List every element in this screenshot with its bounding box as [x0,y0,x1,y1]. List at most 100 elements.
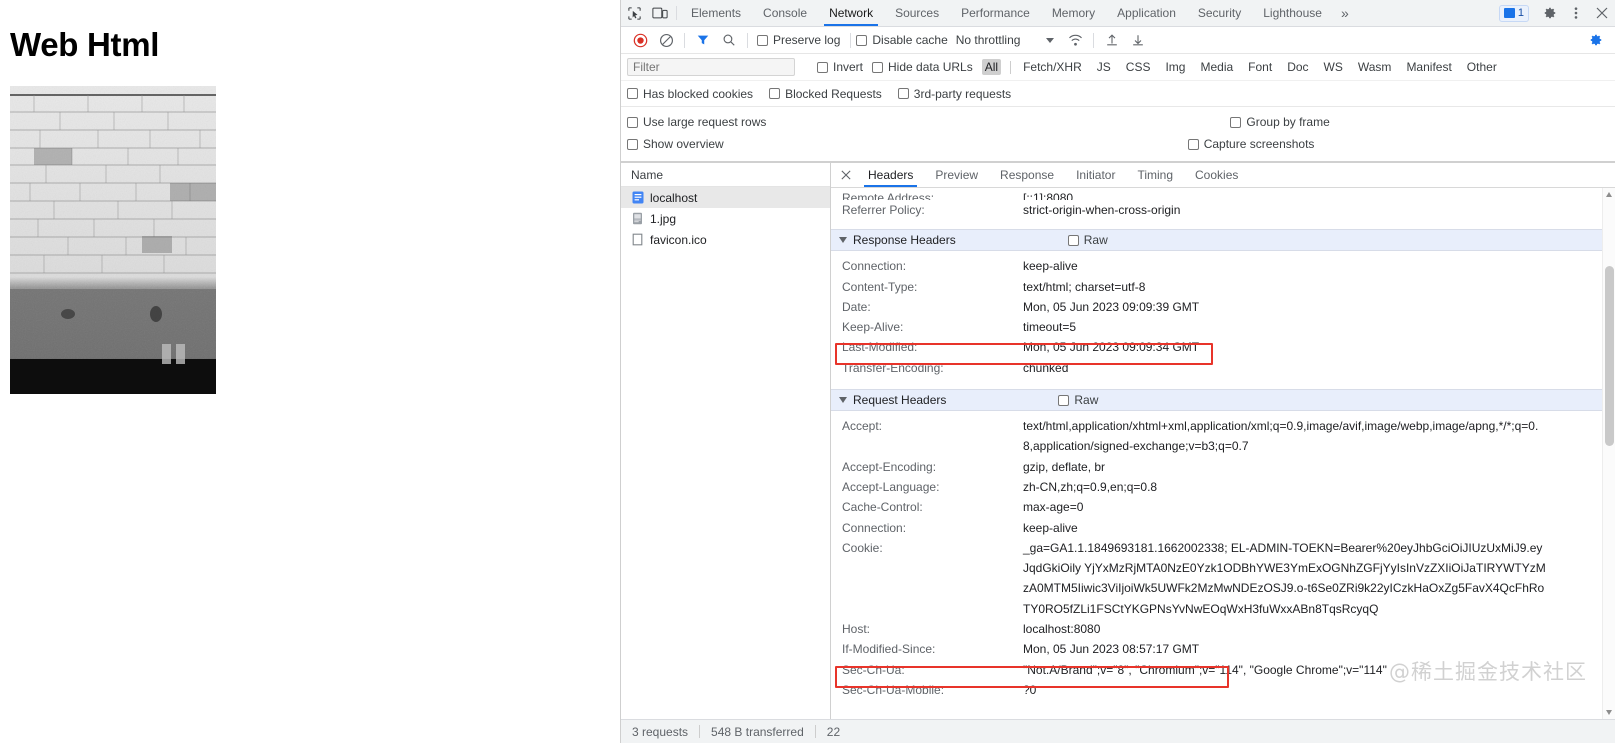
filter-type-ws[interactable]: WS [1321,59,1346,75]
detail-scrollbar[interactable] [1602,188,1615,719]
browser-page-content: Web Html [0,0,620,743]
detail-tab-timing[interactable]: Timing [1126,163,1184,187]
request-name: localhost [650,190,698,205]
network-toolbar: Preserve log Disable cache No throttling [621,27,1615,54]
has-blocked-cookies-checkbox[interactable]: Has blocked cookies [627,87,753,101]
detail-tab-response[interactable]: Response [989,163,1065,187]
toolbar-divider [850,32,852,48]
detail-tab-preview[interactable]: Preview [924,163,989,187]
request-headers-section-header[interactable]: Request Headers Raw [831,389,1615,412]
blocked-requests-checkbox[interactable]: Blocked Requests [769,87,882,101]
filter-type-img[interactable]: Img [1162,59,1188,75]
checkbox-box [627,138,638,150]
response-headers-section-header[interactable]: Response Headers Raw [831,229,1615,252]
header-row-accept-encoding: Accept-Encoding: gzip, deflate, br [831,457,1615,477]
hide-data-urls-checkbox[interactable]: Hide data URLs [872,60,973,74]
header-row-host: Host: localhost:8080 [831,619,1615,639]
tab-sources[interactable]: Sources [884,0,950,26]
tab-elements[interactable]: Elements [680,0,752,26]
checkbox-box [1058,394,1070,406]
header-row-cache-control: Cache-Control: max-age=0 [831,497,1615,517]
filter-type-wasm[interactable]: Wasm [1355,59,1395,75]
tab-memory[interactable]: Memory [1041,0,1106,26]
header-value: keep-alive [1023,259,1078,274]
network-settings-icon[interactable] [1583,29,1609,51]
network-conditions-icon[interactable] [1062,29,1088,51]
response-raw-checkbox[interactable]: Raw [1067,233,1108,247]
request-row-localhost[interactable]: localhost [621,187,830,208]
use-large-request-rows-checkbox[interactable]: Use large request rows [627,115,766,129]
header-row-sec-ch-ua-mobile: Sec-Ch-Ua-Mobile: ?0 [831,680,1615,700]
request-name: favicon.ico [650,232,707,247]
request-list-header-name[interactable]: Name [621,163,830,187]
detail-tab-cookies[interactable]: Cookies [1184,163,1249,187]
request-row-favicon[interactable]: favicon.ico [621,229,830,250]
toolbar-divider [747,32,748,48]
record-button[interactable] [627,29,653,51]
filter-type-manifest[interactable]: Manifest [1403,59,1454,75]
device-toolbar-icon[interactable] [647,0,673,26]
more-tabs-button[interactable]: » [1333,0,1356,26]
group-by-frame-checkbox[interactable]: Group by frame [1230,115,1330,129]
checkbox-box [1230,116,1242,128]
header-value: Mon, 05 Jun 2023 09:09:34 GMT [1023,340,1200,355]
filter-type-all[interactable]: All [981,59,1002,75]
request-raw-checkbox[interactable]: Raw [1058,393,1098,407]
gear-icon[interactable] [1537,0,1563,26]
header-key: Content-Type: [842,279,918,294]
settings-row-2: Show overview Capture screenshots [621,133,1615,155]
header-row-connection-resp: Connection: keep-alive [831,256,1615,276]
tab-lighthouse[interactable]: Lighthouse [1252,0,1333,26]
tab-network[interactable]: Network [818,0,884,26]
export-har-icon[interactable] [1125,29,1151,51]
third-party-requests-checkbox[interactable]: 3rd-party requests [897,87,1011,101]
header-value: Mon, 05 Jun 2023 09:09:39 GMT [1023,299,1200,314]
inspect-element-icon[interactable] [621,0,647,26]
invert-checkbox[interactable]: Invert [817,60,863,74]
request-headers-title: Request Headers [853,393,947,408]
capture-screenshots-checkbox[interactable]: Capture screenshots [1187,137,1314,151]
header-row-if-modified-since: If-Modified-Since: Mon, 05 Jun 2023 08:5… [831,639,1615,659]
issues-badge[interactable]: 1 [1498,4,1529,22]
preserve-log-checkbox[interactable]: Preserve log [757,33,840,47]
tab-console[interactable]: Console [752,0,818,26]
throttling-dropdown[interactable]: No throttling [956,33,1055,47]
filter-type-other[interactable]: Other [1464,59,1500,75]
filter-type-css[interactable]: CSS [1123,59,1154,75]
filter-type-js[interactable]: JS [1094,59,1114,75]
more-options-icon[interactable] [1563,0,1589,26]
tab-application[interactable]: Application [1106,0,1187,26]
header-key: Accept: [842,419,883,434]
filter-button[interactable] [690,29,716,51]
tab-performance[interactable]: Performance [950,0,1041,26]
detail-tab-initiator[interactable]: Initiator [1065,163,1126,187]
show-overview-checkbox[interactable]: Show overview [627,137,724,151]
import-har-icon[interactable] [1099,29,1125,51]
disable-cache-checkbox[interactable]: Disable cache [856,33,948,47]
document-icon [632,191,644,204]
request-row-1jpg[interactable]: 1.jpg [621,208,830,229]
scroll-down-arrow-icon[interactable] [1606,710,1612,715]
checkbox-box [872,61,884,73]
scroll-up-arrow-icon[interactable] [1606,192,1612,197]
close-detail-icon[interactable] [835,163,857,187]
filter-type-doc[interactable]: Doc [1284,59,1311,75]
clear-button[interactable] [653,29,679,51]
close-icon[interactable] [1589,0,1615,26]
request-list: Name localhost 1.jpg favicon.ico [621,163,831,719]
header-key: Referrer Policy: [842,203,925,217]
detail-tab-headers[interactable]: Headers [857,163,924,187]
scrollbar-thumb[interactable] [1605,266,1614,446]
group-by-frame-label: Group by frame [1246,115,1330,129]
header-value: ?0 [1023,682,1037,697]
filter-type-font[interactable]: Font [1245,59,1275,75]
filter-type-media[interactable]: Media [1197,59,1236,75]
screen: Web Html Elements Console Network Source… [0,0,1615,743]
search-button[interactable] [716,29,742,51]
filter-divider [1010,60,1012,74]
filter-type-fetch-xhr[interactable]: Fetch/XHR [1020,59,1085,75]
filter-input[interactable] [627,58,795,76]
checkbox-box [627,88,638,99]
tab-security[interactable]: Security [1187,0,1252,26]
header-value: timeout=5 [1023,320,1077,335]
